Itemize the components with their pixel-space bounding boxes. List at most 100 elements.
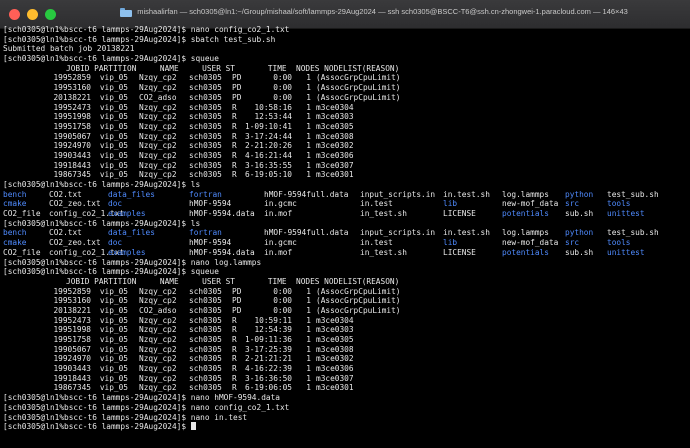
- directory-entry[interactable]: cmake: [3, 199, 26, 209]
- directory-entry[interactable]: python: [565, 190, 593, 200]
- file-entry[interactable]: sub.sh: [565, 209, 593, 219]
- directory-entry[interactable]: python: [565, 228, 593, 238]
- file-entry[interactable]: in.mof: [264, 209, 292, 219]
- file-entry[interactable]: in.gcmc: [264, 199, 297, 209]
- file-entry[interactable]: in.mof: [264, 248, 292, 258]
- shell-prompt: [sch0305@ln1%bscc-t6 lammps-29Aug2024]$: [3, 218, 187, 228]
- file-entry[interactable]: log.lammps: [502, 190, 549, 200]
- directory-entry[interactable]: tools: [607, 199, 630, 209]
- job-jobid: 19951758: [53, 121, 91, 131]
- job-nodelist: m3ce0304: [316, 315, 354, 325]
- directory-entry[interactable]: potentials: [502, 248, 549, 258]
- job-time: 4-16:22:39: [245, 364, 292, 374]
- directory-entry[interactable]: examples: [108, 209, 146, 219]
- close-button[interactable]: [9, 9, 20, 20]
- directory-entry[interactable]: data_files: [108, 190, 155, 200]
- file-entry[interactable]: input_scripts.in: [360, 228, 435, 238]
- ls-output-row: CO2_file config_co2_1.txt examples hMOF-959…: [3, 248, 687, 258]
- directory-entry[interactable]: tools: [607, 238, 630, 248]
- file-entry[interactable]: test_sub.sh: [607, 190, 659, 200]
- file-entry[interactable]: hMOF-9594full.data: [264, 228, 349, 238]
- file-entry[interactable]: CO2.txt: [49, 228, 82, 238]
- file-entry[interactable]: hMOF-9594.data: [189, 248, 255, 258]
- prompt-line: [sch0305@ln1%bscc-t6 lammps-29Aug2024]$ …: [3, 180, 687, 190]
- job-name: Nzqy_cp2: [139, 335, 177, 344]
- job-jobid: 19918443: [53, 373, 91, 383]
- file-entry[interactable]: new-mof_data: [502, 238, 558, 248]
- file-entry[interactable]: LICENSE: [443, 209, 476, 219]
- command-text: ls: [190, 180, 201, 189]
- file-entry[interactable]: in.gcmc: [264, 238, 297, 248]
- job-partition: vip_05: [99, 335, 128, 344]
- prompt-line: [sch0305@ln1%bscc-t6 lammps-29Aug2024]$ …: [3, 413, 687, 423]
- zoom-button[interactable]: [45, 9, 56, 20]
- job-row: 19952473 vip_05 Nzqy_cp2 sch0305 R 10:58:16 1 m…: [3, 103, 687, 113]
- file-entry[interactable]: in.test: [360, 238, 393, 248]
- file-entry[interactable]: log.lammps: [502, 228, 549, 238]
- job-jobid: 19924970: [53, 141, 91, 151]
- directory-entry[interactable]: data_files: [108, 228, 155, 238]
- directory-entry[interactable]: examples: [108, 248, 146, 258]
- file-entry[interactable]: new-mof_data: [502, 199, 558, 209]
- job-time: 2-21:20:26: [245, 141, 292, 151]
- file-entry[interactable]: CO2.txt: [49, 190, 82, 200]
- job-user: sch0305: [189, 305, 222, 315]
- directory-entry[interactable]: bench: [3, 190, 26, 200]
- directory-entry[interactable]: src: [565, 238, 579, 248]
- file-entry[interactable]: CO2_zeo.txt: [49, 199, 101, 209]
- file-entry[interactable]: hMOF-9594: [189, 199, 231, 209]
- directory-entry[interactable]: doc: [108, 238, 122, 248]
- job-name: Nzqy_cp2: [139, 383, 177, 393]
- job-row: 19953160 vip_05 Nzqy_cp2 sch0305 PD 0:00 1 (Ass…: [3, 83, 687, 93]
- file-entry[interactable]: LICENSE: [443, 248, 476, 258]
- job-name: Nzqy_cp2: [139, 141, 177, 151]
- job-partition: vip_05: [99, 121, 128, 131]
- file-entry[interactable]: hMOF-9594: [189, 238, 231, 248]
- job-row: 19951998 vip_05 Nzqy_cp2 sch0305 R 12:54:39 1 m…: [3, 325, 687, 335]
- directory-entry[interactable]: doc: [108, 199, 122, 209]
- job-jobid: 19867345: [53, 383, 91, 393]
- file-entry[interactable]: in.test.sh: [443, 228, 490, 238]
- directory-entry[interactable]: potentials: [502, 209, 549, 219]
- directory-entry[interactable]: cmake: [3, 238, 26, 248]
- file-entry[interactable]: in_test.sh: [360, 248, 407, 258]
- file-entry[interactable]: CO2_file: [3, 248, 41, 258]
- job-name: Nzqy_cp2: [139, 73, 177, 83]
- job-nodes: 1: [306, 160, 311, 170]
- minimize-button[interactable]: [27, 9, 38, 20]
- directory-entry[interactable]: lib: [443, 238, 457, 248]
- directory-entry[interactable]: unittest: [607, 248, 645, 258]
- job-user: sch0305: [189, 102, 222, 112]
- file-entry[interactable]: in.test.sh: [443, 190, 490, 200]
- job-time: 10:58:16: [254, 102, 292, 112]
- terminal-output[interactable]: [sch0305@ln1%bscc-t6 lammps-29Aug2024]$ …: [3, 25, 687, 445]
- directory-entry[interactable]: bench: [3, 228, 26, 238]
- file-entry[interactable]: sub.sh: [565, 248, 593, 258]
- job-nodelist: (AssocGrpCpuLimit): [316, 305, 401, 315]
- file-entry[interactable]: input_scripts.in: [360, 190, 435, 200]
- shell-prompt: [sch0305@ln1%bscc-t6 lammps-29Aug2024]$: [3, 402, 187, 412]
- file-entry[interactable]: hMOF-9594.data: [189, 209, 255, 219]
- file-entry[interactable]: hMOF-9594full.data: [264, 190, 349, 200]
- directory-entry[interactable]: lib: [443, 199, 457, 209]
- file-entry[interactable]: in_test.sh: [360, 209, 407, 219]
- job-nodes: 1: [306, 354, 311, 364]
- job-partition: vip_05: [99, 92, 128, 102]
- directory-entry[interactable]: fortran: [189, 190, 222, 200]
- directory-entry[interactable]: unittest: [607, 209, 645, 219]
- job-name: Nzqy_cp2: [139, 354, 177, 364]
- command-text: nano log.lammps: [190, 257, 262, 267]
- job-nodes: 1: [306, 315, 311, 325]
- file-entry[interactable]: test_sub.sh: [607, 228, 659, 238]
- directory-entry[interactable]: src: [565, 199, 579, 209]
- terminal-window[interactable]: mishaalirfan — sch0305@ln1:~/Group/misha…: [0, 0, 690, 448]
- job-jobid: 19952473: [53, 315, 91, 325]
- job-jobid: 19952473: [53, 102, 91, 112]
- job-time: 3-17:25:39: [245, 344, 292, 354]
- file-entry[interactable]: CO2_file: [3, 209, 41, 219]
- file-entry[interactable]: in.test: [360, 199, 393, 209]
- directory-entry[interactable]: fortran: [189, 228, 222, 238]
- file-entry[interactable]: CO2_zeo.txt: [49, 238, 101, 248]
- job-partition: vip_05: [99, 73, 128, 83]
- job-nodes: 1: [306, 383, 311, 393]
